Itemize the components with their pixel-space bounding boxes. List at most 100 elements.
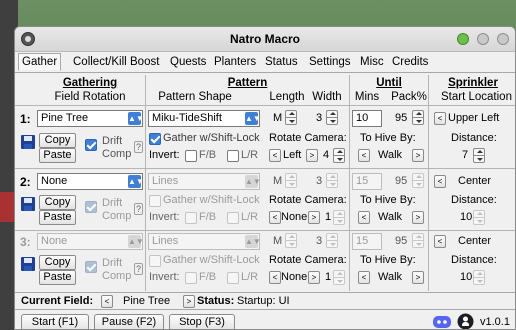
minimize-button[interactable] [457,33,469,45]
divider [428,75,429,291]
pause-button[interactable]: Pause (F2) [94,314,164,329]
rotate-next-button[interactable]: > [308,271,320,284]
copy-button[interactable]: Copy [39,133,76,148]
tab-settings[interactable]: Settings [309,55,351,69]
hive-prev-button[interactable]: < [358,271,370,284]
field-select[interactable]: None ▲▼ [37,233,144,250]
width-updown[interactable] [326,233,338,248]
invert-lr-label: L/R [241,271,259,283]
paste-button[interactable]: Paste [39,270,76,285]
rotate-prev-button[interactable]: < [269,271,281,284]
start-location-value: Center [458,175,492,187]
pack-updown[interactable] [412,173,424,188]
distance-updown[interactable] [473,148,485,163]
copy-button[interactable]: Copy [39,255,76,270]
mins-input[interactable]: 15 [352,173,382,190]
gather-shift-lock-checkbox[interactable] [149,255,161,267]
stop-button[interactable]: Stop (F3) [169,314,235,329]
drift-comp-checkbox[interactable] [85,261,97,273]
rotate-next-button[interactable]: > [308,211,320,224]
hive-prev-button[interactable]: < [358,149,370,162]
current-field-prev-button[interactable]: < [101,295,113,308]
distance-updown[interactable] [473,270,485,285]
github-icon[interactable] [457,313,474,330]
hive-next-button[interactable]: > [412,271,424,284]
length-updown[interactable] [285,110,297,125]
maximize-button[interactable] [477,33,489,45]
tab-boost[interactable]: Boost [130,55,159,69]
pattern-select[interactable]: Lines ▲▼ [148,233,261,250]
width-updown[interactable] [326,173,338,188]
invert-fb-label: F/B [199,211,217,223]
rotate-prev-button[interactable]: < [269,211,281,224]
rotate-next-button[interactable]: > [306,149,318,162]
tab-collect-kill[interactable]: Collect/Kill [73,55,127,69]
gather-shift-lock-label: Gather w/Shift-Lock [163,254,260,266]
rotate-prev-button[interactable]: < [269,149,281,162]
tab-misc[interactable]: Misc [360,55,384,69]
header-pack: Pack% [391,91,427,103]
hive-next-button[interactable]: > [412,149,424,162]
comp-label: Comp [102,210,132,222]
tab-credits[interactable]: Credits [392,55,428,69]
field-select[interactable]: Pine Tree ▲▼ [37,110,144,127]
drift-comp-checkbox[interactable] [85,201,97,213]
gather-shift-lock-checkbox[interactable] [149,195,161,207]
header-pattern-shape: Pattern Shape [158,91,232,103]
drift-label: Drift [102,197,123,209]
save-icon[interactable] [20,196,36,212]
rotate-amount-updown[interactable] [333,270,345,285]
pack-updown[interactable] [412,110,424,125]
tab-gather[interactable]: Gather [18,53,62,71]
invert-fb-label: F/B [199,149,217,161]
tab-status[interactable]: Status [265,55,298,69]
pattern-select[interactable]: Miku-TideShift ▲▼ [148,110,261,127]
invert-fb-checkbox[interactable] [185,212,197,224]
header-length: Length [269,91,305,103]
rotate-amount-updown[interactable] [333,148,345,163]
divider [15,168,515,169]
hive-next-button[interactable]: > [412,211,424,224]
pattern-select-value: Miku-TideShift [152,112,222,124]
invert-lr-checkbox[interactable] [227,150,239,162]
distance-updown[interactable] [473,210,485,225]
save-icon[interactable] [20,134,36,150]
gather-shift-lock-checkbox[interactable] [149,133,161,145]
discord-icon[interactable] [432,314,452,330]
mins-input[interactable]: 15 [352,233,382,250]
close-button[interactable] [497,33,509,45]
invert-fb-label: F/B [199,271,217,283]
current-field-next-button[interactable]: > [183,295,195,308]
rotate-amount-updown[interactable] [333,210,345,225]
start-location-prev-button[interactable]: < [434,112,446,125]
start-button[interactable]: Start (F1) [21,314,89,329]
invert-lr-checkbox[interactable] [227,272,239,284]
help-icon[interactable]: ? [134,141,143,153]
paste-button[interactable]: Paste [39,210,76,225]
width-updown[interactable] [326,110,338,125]
length-updown[interactable] [285,233,297,248]
tab-quests[interactable]: Quests [170,55,206,69]
save-icon[interactable] [20,256,36,272]
start-location-prev-button[interactable]: < [434,175,446,188]
help-icon[interactable]: ? [134,263,143,275]
pattern-select[interactable]: Lines ▲▼ [148,173,261,190]
invert-fb-checkbox[interactable] [185,150,197,162]
length-updown[interactable] [285,173,297,188]
mins-input[interactable]: 10 [352,110,382,127]
tab-planters[interactable]: Planters [214,55,256,69]
paste-button[interactable]: Paste [39,148,76,163]
help-icon[interactable]: ? [134,203,143,215]
invert-lr-checkbox[interactable] [227,212,239,224]
field-select[interactable]: None ▲▼ [37,173,144,190]
invert-fb-checkbox[interactable] [185,272,197,284]
title-bar[interactable]: Natro Macro [15,27,515,52]
drift-comp-checkbox[interactable] [85,139,97,151]
invert-label: Invert: [149,211,180,223]
copy-button[interactable]: Copy [39,195,76,210]
hive-prev-button[interactable]: < [358,211,370,224]
width-value: 3 [316,235,323,247]
invert-label: Invert: [149,149,180,161]
start-location-prev-button[interactable]: < [434,235,446,248]
pack-updown[interactable] [412,233,424,248]
